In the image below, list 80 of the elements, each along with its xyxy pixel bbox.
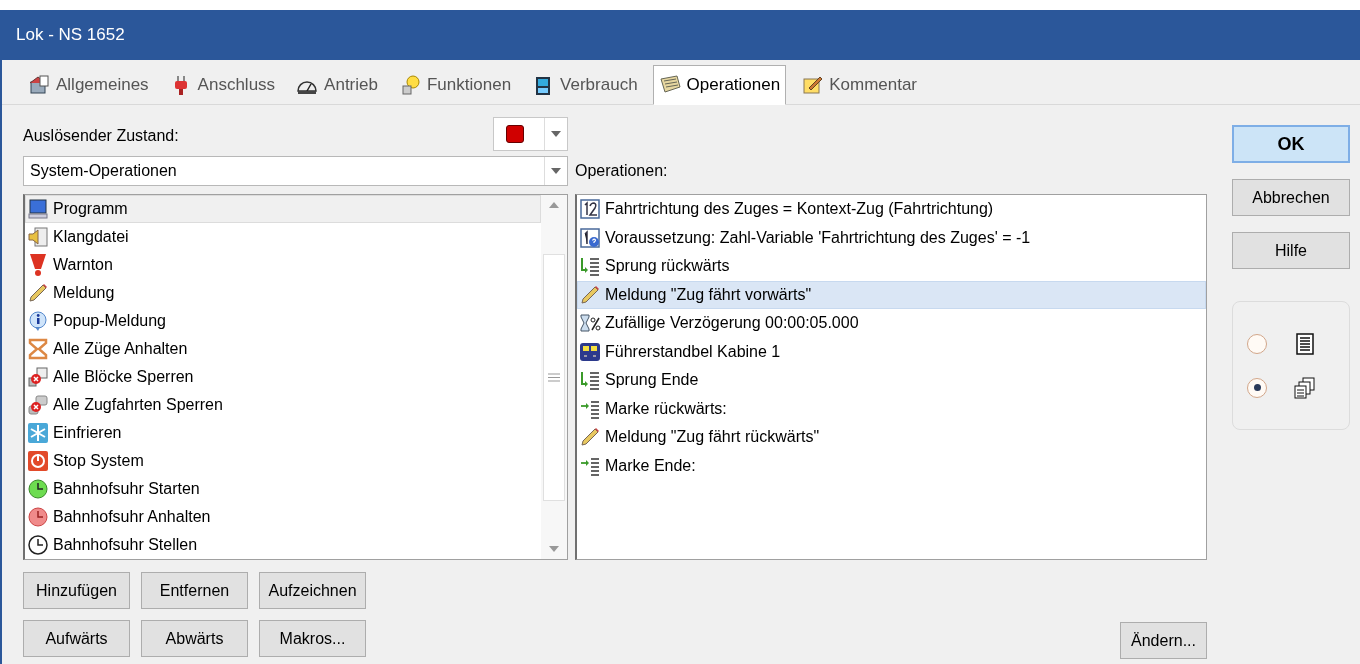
scroll-down-icon[interactable] xyxy=(548,545,560,553)
clock-icon xyxy=(27,534,49,556)
list-item[interactable]: Bahnhofsuhr Anhalten xyxy=(25,503,541,531)
dropdown-arrow-icon[interactable] xyxy=(550,167,562,175)
field-label: Auslösender Zustand: xyxy=(23,127,179,145)
list-icon xyxy=(1294,332,1316,355)
button[interactable]: Hinzufügen xyxy=(23,572,130,609)
list-item[interactable]: Klangdatei xyxy=(25,223,541,251)
list-item[interactable]: Einfrieren xyxy=(25,419,541,447)
tab[interactable]: Funktionen xyxy=(392,66,518,104)
list-item[interactable]: Zufällige Verzögerung 00:00:05.000 xyxy=(577,309,1206,338)
dropdown-value: System-Operationen xyxy=(30,162,177,180)
hourglass-percent-icon xyxy=(579,312,601,335)
dialog-button[interactable]: Abbrechen xyxy=(1232,179,1350,216)
color-dropdown[interactable] xyxy=(493,117,568,151)
list-item[interactable]: Sprung rückwärts xyxy=(577,252,1206,281)
jump-icon xyxy=(579,369,601,392)
radio-button[interactable] xyxy=(1247,377,1267,398)
clock-icon xyxy=(27,478,49,500)
stacked-pages-icon xyxy=(1294,376,1316,399)
tab[interactable]: Anschluss xyxy=(163,66,282,104)
edit-button[interactable]: Ändern... xyxy=(1120,622,1207,659)
button[interactable]: Aufzeichnen xyxy=(259,572,366,609)
monitor-icon xyxy=(27,198,49,220)
tab[interactable]: Allgemeines xyxy=(22,66,155,104)
blocked-icon xyxy=(27,394,49,416)
list-item[interactable]: Bahnhofsuhr Stellen xyxy=(25,531,541,559)
list-item[interactable]: Voraussetzung: Zahl-Variable 'Fahrtrichtung des Zuges' = -1 xyxy=(577,223,1206,252)
dropdown-arrow-icon[interactable] xyxy=(550,130,562,138)
number-box-icon xyxy=(579,198,601,221)
grip-icon xyxy=(548,372,560,382)
dialog-button[interactable]: Hilfe xyxy=(1232,232,1350,269)
pencil-icon xyxy=(27,282,49,304)
list-item[interactable]: Fahrtrichtung des Zuges = Kontext-Zug (Fahrtrichtung) xyxy=(577,195,1206,224)
list-item[interactable]: Programm xyxy=(25,195,541,223)
pencil-icon xyxy=(579,283,601,306)
list-item[interactable]: Meldung "Zug fährt vorwärts" xyxy=(577,280,1206,309)
list-item[interactable]: Popup-Meldung xyxy=(25,307,541,335)
window-title: Lok - NS 1652 xyxy=(16,25,125,45)
scrollbar[interactable] xyxy=(541,195,567,559)
list-label: Operationen: xyxy=(575,161,669,181)
info-icon xyxy=(27,310,49,332)
speaker-icon xyxy=(27,226,49,248)
list-item[interactable]: Warnton xyxy=(25,251,541,279)
tab[interactable]: Verbrauch xyxy=(526,66,644,104)
dialog-button[interactable]: OK xyxy=(1232,125,1350,163)
button[interactable]: Entfernen xyxy=(141,572,248,609)
list-item[interactable]: Bahnhofsuhr Starten xyxy=(25,475,541,503)
button[interactable]: Aufwärts xyxy=(23,620,130,657)
cab-icon xyxy=(579,340,601,363)
list-item[interactable]: Führerstandbel Kabine 1 xyxy=(577,337,1206,366)
exclamation-icon xyxy=(27,254,49,276)
house-icon xyxy=(28,74,50,96)
list-item[interactable]: Alle Zugfahrten Sperren xyxy=(25,391,541,419)
list-item[interactable]: Meldung xyxy=(25,279,541,307)
category-dropdown[interactable]: System-Operationen xyxy=(23,156,568,186)
list-item[interactable]: Marke Ende: xyxy=(577,451,1206,480)
jump-icon xyxy=(579,255,601,278)
list-item[interactable]: Alle Züge Anhalten xyxy=(25,335,541,363)
tab[interactable]: Kommentar xyxy=(795,66,924,104)
button[interactable]: Makros... xyxy=(259,620,366,657)
notepad-icon xyxy=(801,74,824,96)
list-item[interactable]: Stop System xyxy=(25,447,541,475)
hourglass-icon xyxy=(27,338,49,360)
blocked-icon xyxy=(27,366,49,388)
power-icon xyxy=(27,450,49,472)
scroll-up-icon[interactable] xyxy=(548,201,560,209)
tab[interactable]: Operationen xyxy=(652,65,787,105)
clock-icon xyxy=(27,506,49,528)
button[interactable]: Abwärts xyxy=(141,620,248,657)
radio-button[interactable] xyxy=(1247,333,1267,354)
number-question-icon xyxy=(579,226,601,249)
list-item[interactable]: Sprung Ende xyxy=(577,366,1206,395)
scrollbar-thumb[interactable] xyxy=(543,253,565,501)
pencil-icon xyxy=(579,426,601,449)
list-item[interactable]: Meldung "Zug fährt rückwärts" xyxy=(577,423,1206,452)
snowflake-icon xyxy=(27,422,49,444)
list-item[interactable]: Marke rückwärts: xyxy=(577,394,1206,423)
tab[interactable]: Antrieb xyxy=(290,66,384,104)
list-item[interactable]: Alle Blöcke Sperren xyxy=(25,363,541,391)
